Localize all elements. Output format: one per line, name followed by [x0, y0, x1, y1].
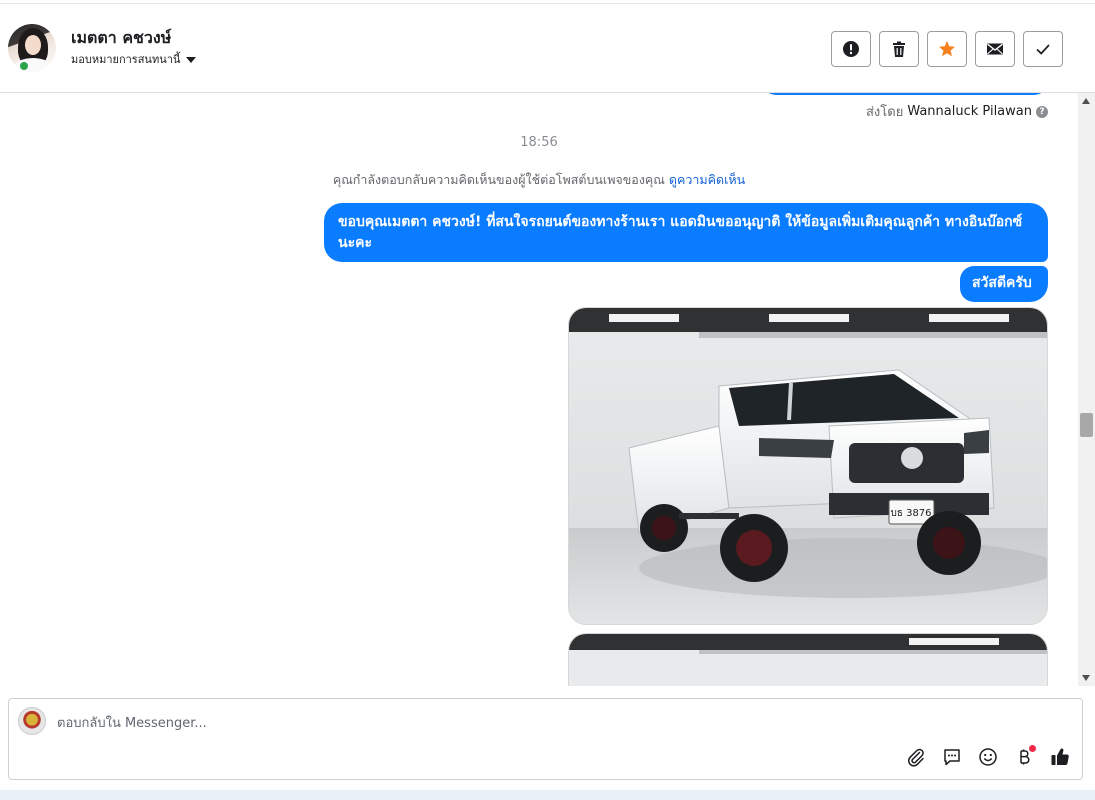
trash-icon [893, 41, 905, 57]
showroom-image [569, 634, 1047, 686]
sent-by-prefix: ส่งโดย [865, 105, 904, 120]
contact-name[interactable]: เมตตา คชวงษ์ [71, 26, 171, 51]
done-button[interactable] [1023, 31, 1063, 67]
star-icon [939, 41, 955, 57]
reply-composer [8, 698, 1083, 780]
car-photo-attachment[interactable] [568, 633, 1048, 686]
emoji-icon [979, 748, 997, 766]
page-avatar [18, 707, 46, 735]
notice-text: คุณกำลังตอบกลับความคิดเห็นของผู้ใช้ต่อโพ… [332, 172, 665, 187]
delete-button[interactable] [879, 31, 919, 67]
assign-label: มอบหมายการสนทนานี้ [71, 53, 181, 66]
spam-button[interactable] [831, 31, 871, 67]
send-like-button[interactable] [1048, 745, 1072, 769]
previous-message-bubble [762, 93, 1048, 95]
scroll-thumb[interactable] [1080, 413, 1093, 437]
sent-by-line: ส่งโดย Wannaluck Pilawan ? [866, 101, 1048, 122]
thread-scrollbar[interactable] [1078, 93, 1095, 686]
thumbs-up-icon [1051, 748, 1069, 766]
check-icon [1036, 44, 1050, 55]
attach-file-button[interactable] [904, 745, 928, 769]
pickup-truck-image: บธ 3876 [569, 308, 1047, 624]
caret-down-icon [186, 57, 197, 63]
question-icon[interactable]: ? [1036, 105, 1048, 118]
paperclip-icon [908, 748, 924, 767]
envelope-icon [987, 43, 1003, 55]
outgoing-message-bubble[interactable]: สวัสดีครับ [960, 266, 1048, 302]
reply-input[interactable] [57, 713, 857, 733]
message-timestamp: 18:56 [520, 135, 558, 150]
conversation-header: เมตตา คชวงษ์ มอบหมายการสนทนานี้ [0, 4, 1095, 93]
scroll-down-arrow-icon[interactable] [1082, 675, 1090, 681]
license-plate-text: บธ 3876 [890, 508, 931, 519]
saved-reply-icon [944, 749, 960, 766]
sent-by-name: Wannaluck Pilawan [907, 104, 1032, 119]
mark-unread-button[interactable] [975, 31, 1015, 67]
saved-replies-button[interactable] [940, 745, 964, 769]
view-comment-link[interactable]: ดูความคิดเห็น [669, 172, 745, 187]
outgoing-message-bubble[interactable]: ขอบคุณเมตตา คชวงษ์! ที่สนใจรถยนต์ของทางร… [324, 203, 1048, 262]
message-thread[interactable]: ส่งโดย Wannaluck Pilawan ? 18:56 คุณกำลั… [0, 93, 1078, 686]
star-button[interactable] [927, 31, 967, 67]
messenger-inbox-page: เมตตา คชวงษ์ มอบหมายการสนทนานี้ ส่งโดย W… [0, 0, 1095, 800]
notification-dot [1029, 745, 1036, 752]
payment-button[interactable] [1012, 745, 1036, 769]
assign-conversation-dropdown[interactable]: มอบหมายการสนทนานี้ [71, 50, 197, 68]
emoji-button[interactable] [976, 745, 1000, 769]
car-photo-attachment[interactable]: บธ 3876 [568, 307, 1048, 625]
comment-reply-notice: คุณกำลังตอบกลับความคิดเห็นของผู้ใช้ต่อโพ… [0, 170, 1078, 190]
bottom-strip [0, 790, 1095, 800]
composer-tools [904, 745, 1072, 769]
header-actions [831, 31, 1063, 67]
contact-avatar[interactable] [8, 24, 56, 72]
exclamation-icon [843, 41, 859, 57]
scroll-up-arrow-icon[interactable] [1082, 98, 1090, 104]
